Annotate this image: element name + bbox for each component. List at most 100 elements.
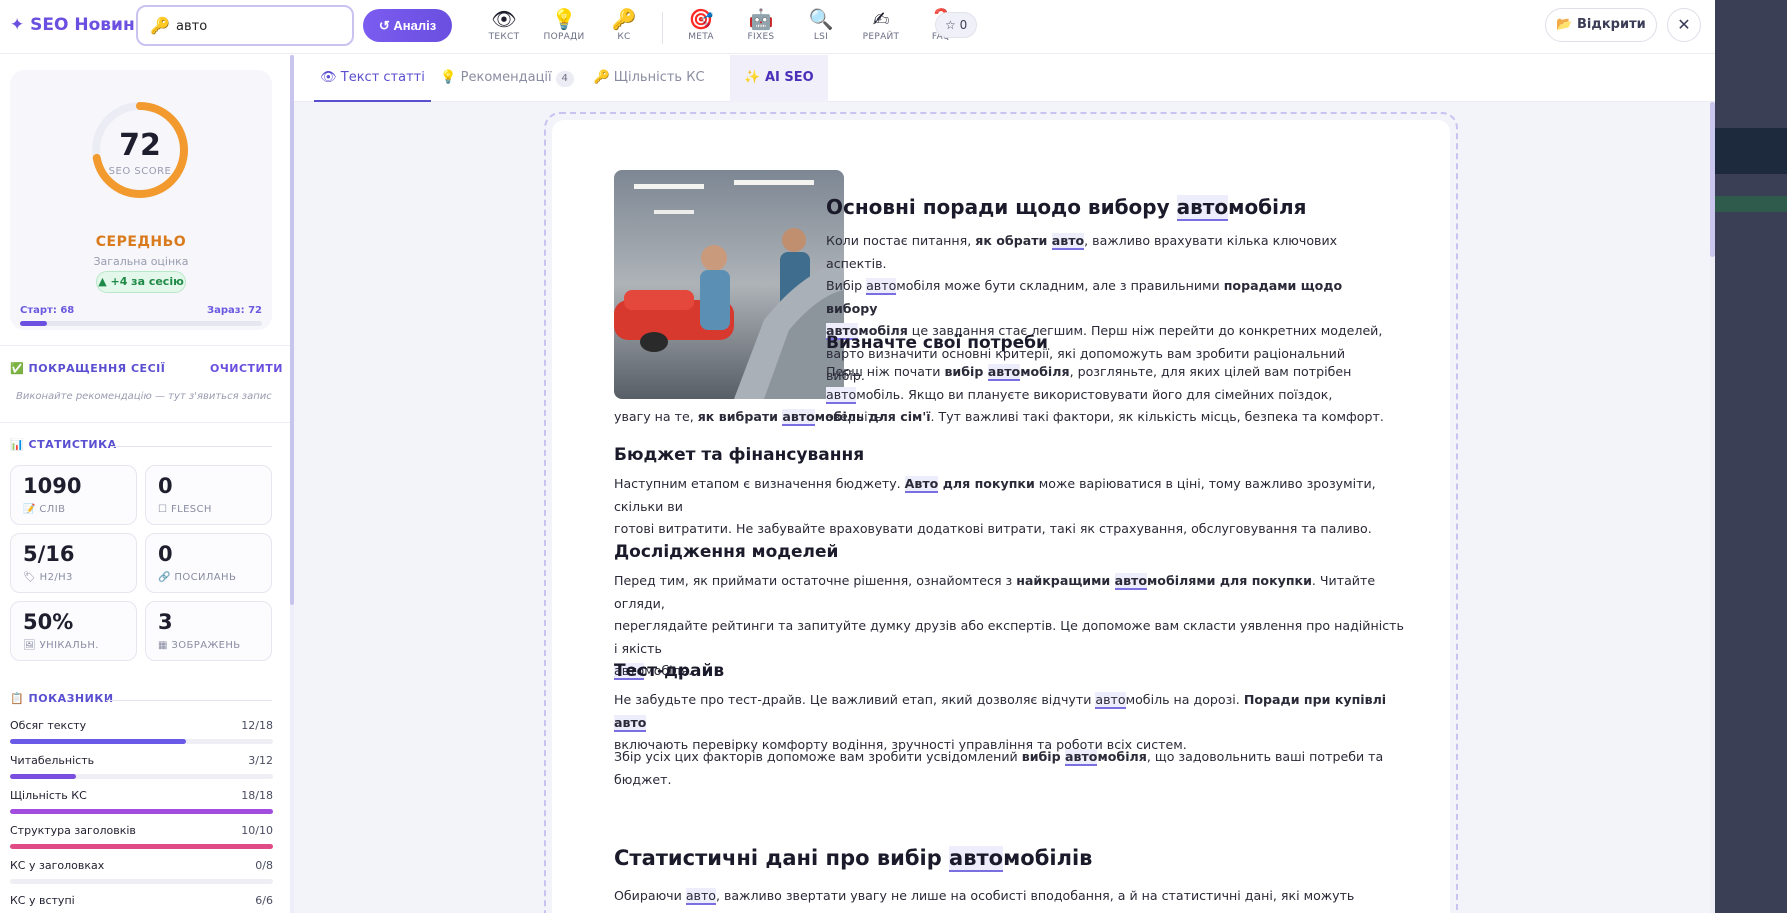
stat-uniqueness: 50% 🖼 УНІКАЛЬН. [10, 601, 137, 661]
key-icon: 🔑 [150, 16, 170, 35]
metrics-title: 📋 ПОКАЗНИКИ [10, 692, 114, 705]
keyword-highlight[interactable]: авто [826, 386, 857, 404]
close-button[interactable]: ✕ [1667, 8, 1701, 42]
tool-label: FIXES [747, 32, 775, 42]
bold-text: вибір [1021, 749, 1066, 764]
tool-keywords[interactable]: 🔑 КС [594, 6, 654, 50]
keyword-highlight[interactable]: авто [1095, 692, 1126, 709]
heading-text: мобілів [1003, 846, 1093, 870]
score-level: СЕРЕДНЬО [95, 234, 187, 250]
metric-track [10, 879, 273, 884]
bold-text: найкращими [1016, 573, 1115, 588]
toolbar: 👁 ТЕКСТ 💡 ПОРАДИ 🔑 КС 🎯 META 🤖 FIXES 🔍 LSI ✍ РЕ… [474, 6, 971, 50]
seo-app-window: ✦ SEO Новини 🔑 ↺ Аналіз 👁ТЕКСТ 💡ПОРАДИ 🔑… [0, 0, 1715, 913]
keyword-highlight[interactable]: авто [866, 278, 897, 295]
keyword-highlight[interactable]: авто [1114, 573, 1147, 590]
metric-fill [10, 774, 76, 779]
bold-text: мобіля [1020, 364, 1070, 379]
open-button[interactable]: 📂 Відкрити [1545, 8, 1657, 42]
keyword-highlight[interactable]: авто [949, 846, 1004, 872]
tab-keyword-density[interactable]: 🔑 Щільність КС [586, 55, 712, 102]
sidebar: 72 SEO SCORE СЕРЕДНЬО Загальна оцінка ▲ … [0, 55, 292, 913]
bold-text: як обрати [975, 233, 1052, 248]
tab-recommendations[interactable]: 💡 Рекомендації 4 [438, 55, 576, 102]
article-paragraph-3: Наступним етапом є визначення бюджету. А… [614, 473, 1404, 541]
tool-meta[interactable]: 🎯 META [671, 6, 731, 50]
scrollbar-thumb[interactable] [1710, 102, 1715, 257]
stat-label: 📝 СЛІВ [23, 504, 66, 515]
keyword-highlight[interactable]: авто [1051, 233, 1085, 250]
text: Обираючи [614, 888, 686, 903]
metric-keywords-in-intro: КС у вступі 6/6 [10, 894, 273, 913]
stat-value: 0 [158, 474, 173, 498]
keyword-highlight[interactable]: Авто [904, 476, 939, 493]
metric-fill [10, 739, 187, 744]
keyword-highlight[interactable]: авто [782, 409, 815, 426]
tool-label: РЕРАЙТ [862, 32, 900, 42]
metric-text-volume: Обсяг тексту 12/18 [10, 719, 273, 751]
keyword-highlight[interactable]: авто [1176, 195, 1229, 221]
tool-tips[interactable]: 💡 ПОРАДИ [534, 6, 594, 50]
bold-text: мобілями для покупки [1147, 573, 1312, 588]
score-value: 72 [119, 128, 161, 163]
tab-bar: 👁 Текст статті 💡 Рекомендації 4 🔑 Щільніс… [294, 55, 1715, 102]
brand-logo[interactable]: ✦ SEO Новини [10, 15, 147, 35]
tool-rewrite[interactable]: ✍ РЕРАЙТ [851, 6, 911, 50]
recommendations-count-badge: 4 [555, 71, 574, 87]
stat-flesch: 0 ☐ FLESCH [145, 465, 272, 525]
keyword-highlight[interactable]: авто [987, 364, 1021, 381]
magnifier-icon: 🔍 [808, 7, 834, 31]
metric-fill [10, 809, 273, 814]
tool-text[interactable]: 👁 ТЕКСТ [474, 6, 534, 50]
metric-name: Читабельність [10, 754, 95, 767]
keyword-input[interactable] [176, 16, 346, 36]
analyze-button[interactable]: ↺ Аналіз [363, 9, 452, 42]
keyword-search[interactable]: 🔑 [136, 5, 354, 46]
keyword-highlight[interactable]: авто [685, 888, 716, 905]
metric-track [10, 844, 273, 849]
tool-label: ТЕКСТ [488, 32, 520, 42]
metric-name: Структура заголовків [10, 824, 136, 837]
stat-words: 1090 📝 СЛІВ [10, 465, 137, 525]
score-label: SEO SCORE [108, 166, 172, 177]
tool-lsi[interactable]: 🔍 LSI [791, 6, 851, 50]
metric-readability: Читабельність 3/12 [10, 754, 273, 786]
article-document[interactable]: Основні поради щодо вибору автомобіля Ко… [552, 120, 1450, 913]
section-rule [106, 700, 272, 701]
editor-scrollbar[interactable] [1710, 102, 1715, 913]
metric-value: 6/6 [255, 894, 273, 907]
stat-headings: 5/16 🏷 H2/H3 [10, 533, 137, 593]
stars-counter[interactable]: ☆ 0 [935, 12, 978, 38]
text: Перед тим, як приймати остаточне рішення… [614, 573, 1017, 588]
stat-label: 🏷 H2/H3 [23, 572, 73, 583]
heading-text: Статистичні дані про вибір [614, 846, 950, 870]
metric-track [10, 739, 273, 744]
heading-text: мобіля [1228, 195, 1307, 219]
article-heading-5: Тест-драйв [614, 661, 725, 681]
text: Наступним етапом є визначення бюджету. [614, 476, 905, 491]
score-progress-track [20, 321, 262, 326]
keyword-highlight[interactable]: авто [614, 714, 647, 732]
text: Коли постає питання, [826, 233, 976, 248]
tab-ai-seo[interactable]: ✨ AI SEO [730, 55, 828, 102]
article-heading-1: Основні поради щодо вибору автомобіля [826, 195, 1307, 221]
text: мобіль на дорозі. [1125, 692, 1244, 707]
keyword-highlight[interactable]: авто [1065, 749, 1098, 766]
session-delta-badge: ▲ +4 за сесію [96, 271, 186, 293]
clipboard-icon: 📋 [10, 692, 25, 705]
article-heading-3: Бюджет та фінансування [614, 445, 865, 465]
metric-track [10, 809, 273, 814]
tool-label: КС [617, 32, 631, 42]
clear-button[interactable]: ОЧИСТИТИ [210, 362, 283, 375]
text: Перш ніж почати [826, 364, 945, 379]
robot-icon: 🤖 [748, 7, 774, 31]
improvements-title: ✅ ПОКРАЩЕННЯ СЕСІЇ [10, 362, 165, 375]
article-paragraph-2b: увагу на те, як вибрати автомобіль для с… [614, 406, 1394, 429]
article-paragraph-6: Збір усіх цих факторів допоможе вам зроб… [614, 746, 1404, 791]
metric-keywords-in-headings: КС у заголовках 0/8 [10, 859, 273, 891]
metric-value: 3/12 [248, 754, 273, 767]
tab-label: 💡 Рекомендації [440, 70, 552, 85]
tab-article-text[interactable]: 👁 Текст статті [314, 55, 431, 102]
tool-fixes[interactable]: 🤖 FIXES [731, 6, 791, 50]
improvements-empty-note: Виконайте рекомендацію — тут з'явиться з… [16, 391, 272, 402]
